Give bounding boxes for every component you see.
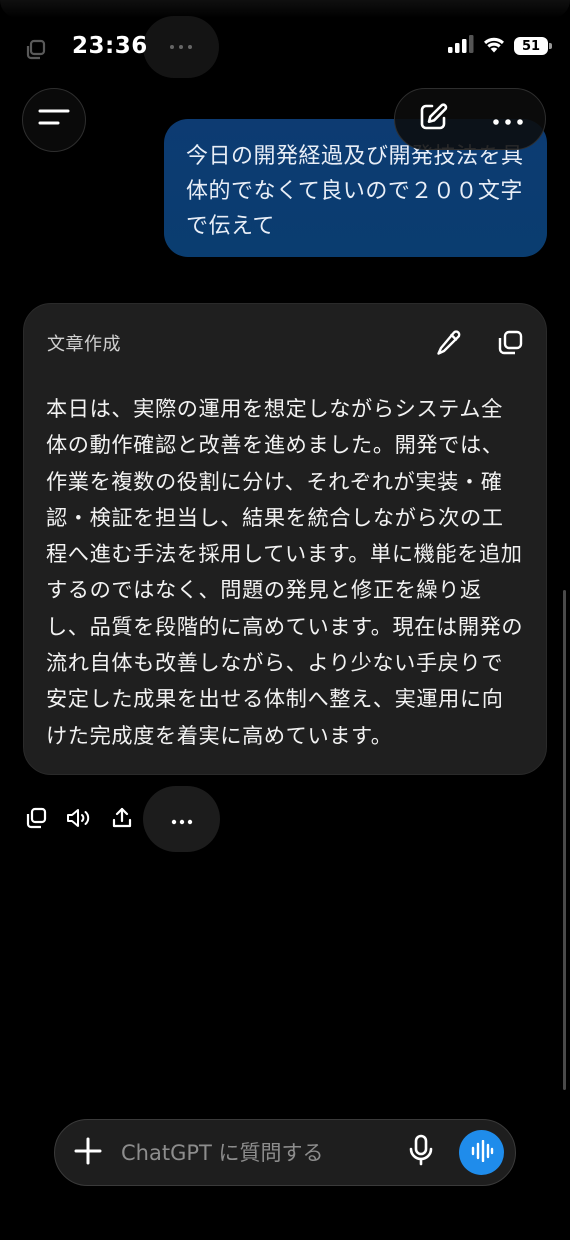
add-attachment-button[interactable]	[71, 1136, 105, 1170]
plus-icon	[73, 1136, 103, 1170]
copy-icon	[496, 329, 524, 361]
more-actions-button[interactable]	[143, 786, 220, 852]
copy-icon	[24, 806, 48, 834]
pencil-icon	[435, 329, 463, 361]
status-indicators: 51	[448, 35, 552, 57]
copy-icon	[24, 38, 48, 66]
share-button[interactable]	[108, 806, 136, 834]
sidebar-menu-button[interactable]	[22, 88, 86, 152]
speaker-icon	[65, 806, 93, 834]
header-actions	[394, 88, 546, 150]
ellipsis-icon	[143, 16, 219, 78]
status-bar: 23:36 51	[0, 16, 570, 78]
wifi-icon	[482, 35, 506, 57]
message-composer	[54, 1119, 516, 1186]
battery-indicator: 51	[514, 37, 552, 55]
card-body-text: 本日は、実際の運用を想定しながらシステム全体の動作確認と改善を進めました。開発で…	[46, 396, 524, 748]
edit-button[interactable]	[432, 328, 466, 362]
microphone-icon	[407, 1134, 435, 1170]
status-time: 23:36	[72, 33, 148, 59]
assistant-response-card: 文章作成 本日は、実際の運用を想定しながらシステム全体の動作確認と改善を進めまし…	[23, 303, 547, 775]
card-title: 文章作成	[47, 334, 121, 355]
top-edge	[0, 0, 570, 18]
new-chat-button[interactable]	[403, 89, 463, 149]
scrollbar[interactable]	[563, 590, 566, 1090]
message-actions	[22, 794, 151, 846]
copy-button[interactable]	[22, 806, 50, 834]
read-aloud-button[interactable]	[65, 806, 93, 834]
sidebar-menu-icon	[38, 107, 70, 133]
more-options-button[interactable]	[478, 89, 538, 149]
ellipsis-icon	[492, 110, 523, 129]
share-icon	[110, 806, 134, 834]
message-input[interactable]	[121, 1134, 401, 1172]
dictation-button[interactable]	[403, 1134, 439, 1170]
waveform-icon	[470, 1139, 494, 1166]
ellipsis-icon	[171, 810, 193, 829]
voice-mode-button[interactable]	[459, 1130, 504, 1175]
copy-card-button[interactable]	[493, 328, 527, 362]
user-message-text: 今日の開発経過及び開発技法を具体的でなくて良いので２００文字で伝えて	[186, 144, 524, 239]
cellular-signal-icon	[448, 35, 474, 57]
compose-icon	[417, 101, 449, 137]
